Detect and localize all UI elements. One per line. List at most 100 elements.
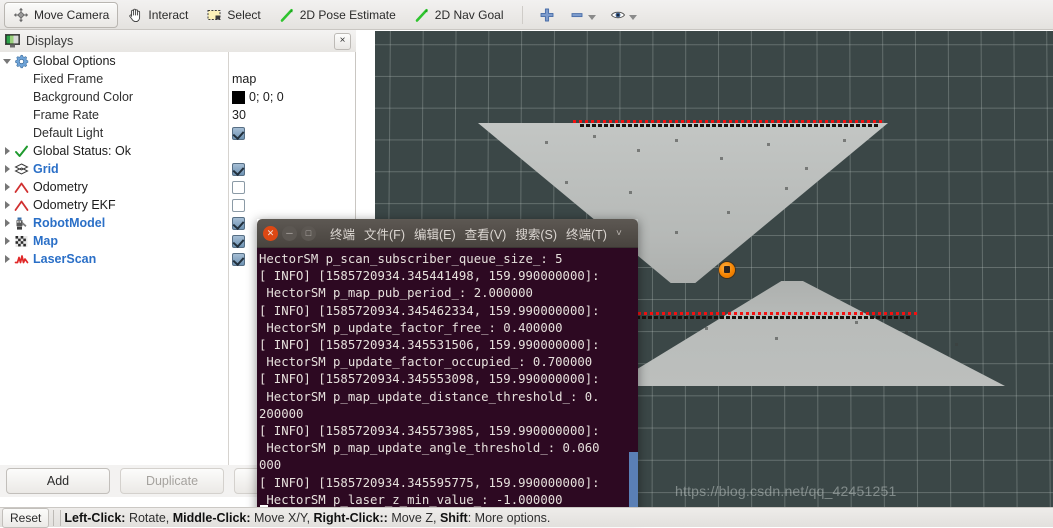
remove-tool-button[interactable] bbox=[562, 3, 603, 27]
default-light-checkbox[interactable] bbox=[232, 126, 245, 140]
terminal-titlebar[interactable]: ✕ ─ □ 终端 文件(F) 编辑(E) 查看(V) 搜索(S) 终端(T) ˅ bbox=[257, 219, 638, 248]
terminal-line: [ INFO] [1585720934.345595775, 159.99000… bbox=[259, 475, 600, 490]
tool-select-label: Select bbox=[227, 7, 261, 22]
chevron-down-icon[interactable] bbox=[587, 14, 596, 20]
terminal-line: HectorSM p_map_update_angle_threshold_: … bbox=[259, 441, 600, 456]
tree-row-default-light[interactable]: Default Light bbox=[0, 124, 355, 142]
odometry-icon bbox=[14, 180, 29, 195]
menu-edit[interactable]: 编辑(E) bbox=[414, 224, 456, 243]
add-button[interactable]: Add bbox=[6, 468, 110, 494]
tool-interact[interactable]: Interact bbox=[118, 2, 197, 28]
tree-row-grid[interactable]: Grid bbox=[0, 160, 355, 178]
hand-icon bbox=[127, 7, 143, 23]
tool-2d-nav-goal[interactable]: 2D Nav Goal bbox=[405, 2, 513, 28]
frame-rate-value[interactable]: 30 bbox=[232, 108, 246, 122]
tree-label: Global Options bbox=[33, 54, 116, 68]
add-tool-button[interactable] bbox=[532, 3, 562, 27]
pose-arrow-icon bbox=[279, 7, 295, 23]
map-checkbox[interactable] bbox=[232, 234, 245, 248]
hint-left-click-action: Rotate, bbox=[125, 510, 173, 525]
hint-shift: Shift bbox=[439, 510, 468, 525]
laserscan-icon bbox=[14, 252, 29, 267]
tree-row-global-options[interactable]: Global Options bbox=[0, 52, 355, 70]
status-grip bbox=[53, 509, 62, 526]
terminal-line: 200000 bbox=[259, 406, 304, 421]
menu-view[interactable]: 查看(V) bbox=[465, 224, 507, 243]
maximize-icon[interactable]: □ bbox=[301, 225, 316, 241]
map-occupied-edge-lower bbox=[630, 316, 910, 319]
tool-2d-nav-goal-label: 2D Nav Goal bbox=[434, 7, 504, 22]
chevron-right-icon[interactable] bbox=[2, 217, 14, 229]
terminal-menubar: 终端 文件(F) 编辑(E) 查看(V) 搜索(S) 终端(T) ˅ bbox=[330, 224, 622, 243]
minimize-icon[interactable]: ─ bbox=[282, 225, 297, 241]
tree-label: RobotModel bbox=[33, 216, 106, 230]
tree-row-frame-rate[interactable]: Frame Rate 30 bbox=[0, 106, 355, 124]
background-color-value: 0; 0; 0 bbox=[249, 90, 284, 104]
no-icon bbox=[14, 90, 29, 105]
displays-icon bbox=[5, 34, 20, 48]
chevron-right-icon[interactable] bbox=[2, 181, 14, 193]
chevron-right-icon[interactable] bbox=[2, 163, 14, 175]
fixed-frame-value[interactable]: map bbox=[232, 72, 256, 86]
tree-row-fixed-frame[interactable]: Fixed Frame map bbox=[0, 70, 355, 88]
chevron-right-icon[interactable] bbox=[2, 199, 14, 211]
menu-terminal[interactable]: 终端(T) bbox=[566, 224, 607, 243]
toolbar-separator bbox=[521, 5, 523, 24]
grid-checkbox[interactable] bbox=[232, 162, 245, 176]
tree-row-odometry[interactable]: Odometry bbox=[0, 178, 355, 196]
terminal-window[interactable]: ✕ ─ □ 终端 文件(F) 编辑(E) 查看(V) 搜索(S) 终端(T) ˅… bbox=[257, 219, 638, 518]
watermark-text: https://blog.csdn.net/qq_42451251 bbox=[675, 483, 897, 499]
no-icon bbox=[14, 126, 29, 141]
eye-icon bbox=[610, 7, 626, 23]
terminal-line: [ INFO] [1585720934.345553098, 159.99000… bbox=[259, 372, 600, 387]
menu-file[interactable]: 文件(F) bbox=[364, 224, 405, 243]
chevron-down-icon[interactable] bbox=[628, 14, 637, 20]
terminal-line: 000 bbox=[259, 458, 282, 473]
no-icon bbox=[14, 108, 29, 123]
chevron-right-icon[interactable] bbox=[2, 145, 14, 157]
terminal-line: HectorSM p_map_update_distance_threshold… bbox=[259, 389, 600, 404]
tree-row-odometry-ekf[interactable]: Odometry EKF bbox=[0, 196, 355, 214]
robot-icon bbox=[14, 216, 29, 231]
hint-right-click-action: Move Z, bbox=[387, 510, 440, 525]
duplicate-button[interactable]: Duplicate bbox=[120, 468, 224, 494]
close-icon[interactable]: ✕ bbox=[263, 225, 278, 241]
laserscan-checkbox[interactable] bbox=[232, 252, 245, 266]
chevron-right-icon[interactable] bbox=[2, 235, 14, 247]
check-icon bbox=[14, 144, 29, 159]
background-color-value-wrap[interactable]: 0; 0; 0 bbox=[232, 90, 284, 104]
tree-row-background-color[interactable]: Background Color 0; 0; 0 bbox=[0, 88, 355, 106]
terminal-line: [ INFO] [1585720934.345462334, 159.99000… bbox=[259, 303, 600, 318]
tool-move-camera[interactable]: Move Camera bbox=[4, 1, 119, 28]
terminal-line: [ INFO] [1585720934.345531506, 159.99000… bbox=[259, 338, 600, 353]
tool-2d-pose-estimate[interactable]: 2D Pose Estimate bbox=[270, 2, 405, 28]
terminal-scrollbar[interactable] bbox=[629, 248, 638, 518]
move-camera-icon bbox=[13, 7, 29, 23]
tool-2d-pose-estimate-label: 2D Pose Estimate bbox=[299, 7, 396, 22]
tool-select[interactable]: Select bbox=[197, 2, 269, 28]
chevron-right-icon[interactable] bbox=[2, 253, 14, 265]
menu-search[interactable]: 搜索(S) bbox=[515, 224, 557, 243]
displays-panel-title: Displays bbox=[26, 34, 74, 48]
odometry-checkbox[interactable] bbox=[232, 180, 245, 194]
chevron-down-icon[interactable] bbox=[2, 55, 14, 67]
tool-interact-label: Interact bbox=[148, 7, 189, 22]
robot-model-marker bbox=[719, 262, 735, 278]
tree-label: Global Status: Ok bbox=[33, 144, 131, 158]
views-button[interactable] bbox=[603, 3, 644, 27]
odometry-ekf-checkbox[interactable] bbox=[232, 198, 245, 212]
tree-row-global-status[interactable]: Global Status: Ok bbox=[0, 142, 355, 160]
nav-goal-arrow-icon bbox=[414, 7, 430, 23]
terminal-output[interactable]: HectorSM p_scan_subscriber_queue_size_: … bbox=[257, 248, 638, 518]
chevron-down-icon[interactable]: ˅ bbox=[616, 228, 622, 239]
close-icon[interactable]: × bbox=[334, 33, 351, 50]
color-swatch bbox=[232, 90, 245, 104]
tool-move-camera-label: Move Camera bbox=[34, 7, 110, 22]
robotmodel-checkbox[interactable] bbox=[232, 216, 245, 230]
reset-button[interactable]: Reset bbox=[2, 507, 50, 528]
hint-middle-click-action: Move X/Y, bbox=[250, 510, 314, 525]
tree-label: Odometry bbox=[33, 180, 88, 194]
